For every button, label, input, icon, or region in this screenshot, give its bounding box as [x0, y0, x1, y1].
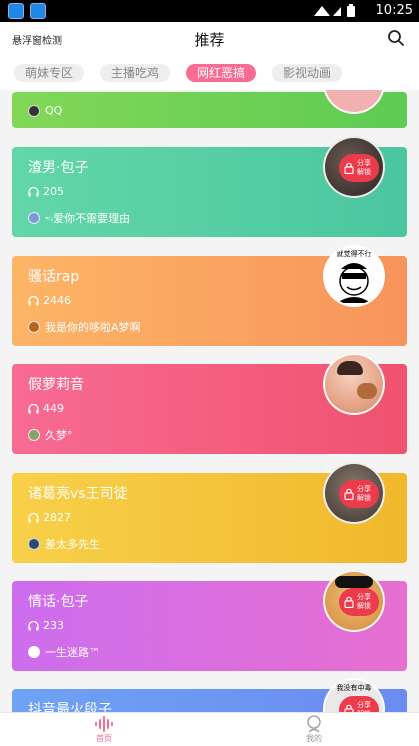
avatar-dog — [357, 383, 377, 399]
share-unlock-badge[interactable]: 分享解锁 — [339, 696, 379, 712]
avatar-caption: 我没有中毒 — [336, 684, 372, 692]
author-avatar — [28, 538, 40, 550]
card-play-count: 2827 — [28, 511, 71, 524]
voice-card[interactable]: 渣男·包子 205 🖘爱你不需要理由 分享解锁 — [12, 136, 407, 237]
share-unlock-text: 分享解锁 — [357, 159, 371, 176]
top-header: 悬浮窗检测 推荐 — [0, 22, 419, 56]
share-unlock-text: 分享解锁 — [357, 593, 371, 610]
card-title: 情话·包子 — [28, 594, 89, 610]
card-avatar: 分享解锁 — [323, 462, 385, 524]
author-avatar — [28, 429, 40, 441]
voice-card[interactable]: 骚话rap 2446 我是你的哆啦A梦啊 就觉得不行 — [12, 245, 407, 346]
sound-wave-icon — [95, 716, 113, 732]
nav-home-label: 首页 — [96, 734, 112, 743]
tab-streamer-pubg[interactable]: 主播吃鸡 — [100, 64, 170, 82]
bottom-nav: 首页 我的 — [0, 712, 419, 746]
card-avatar — [323, 353, 385, 415]
card-play-count: 449 — [28, 402, 64, 415]
lock-icon — [344, 488, 354, 500]
card-avatar: 就觉得不行 — [323, 245, 385, 307]
page-title: 推荐 — [194, 31, 225, 49]
tab-internet-funny[interactable]: 网红恶搞 — [186, 64, 256, 82]
author-avatar — [28, 212, 40, 224]
voice-card[interactable]: 抖音最火段子 我没有中毒 分享解锁 — [12, 678, 407, 712]
card-author: 差太多先生 — [28, 536, 100, 552]
nav-mine-label: 我的 — [306, 734, 322, 743]
lock-icon — [344, 596, 354, 608]
voice-card[interactable]: QQ — [12, 90, 407, 128]
category-tabs: 萌妹专区 主播吃鸡 网红恶搞 影视动画 — [0, 56, 419, 90]
user-icon — [307, 715, 321, 733]
card-avatar — [323, 90, 385, 114]
card-title: 假萝莉音 — [28, 377, 84, 393]
voice-card[interactable]: 情话·包子 233 一生迷路™ 分享解锁 — [12, 570, 407, 671]
card-play-count: 2446 — [28, 294, 71, 307]
headphones-icon — [28, 403, 39, 413]
search-icon[interactable] — [387, 29, 405, 47]
headphones-icon — [28, 620, 39, 630]
headphones-icon — [28, 186, 39, 196]
author-avatar — [28, 646, 40, 658]
headphones-icon — [28, 512, 39, 522]
card-avatar: 分享解锁 — [323, 570, 385, 632]
nav-mine[interactable]: 我的 — [284, 715, 344, 744]
share-unlock-text: 分享解锁 — [357, 485, 371, 502]
card-avatar: 分享解锁 — [323, 136, 385, 198]
voice-card[interactable]: 假萝莉音 449 久梦° — [12, 353, 407, 454]
share-unlock-badge[interactable]: 分享解锁 — [339, 588, 379, 616]
card-author: 🖘爱你不需要理由 — [28, 210, 130, 226]
app-notification-icon-2 — [30, 3, 46, 19]
avatar-hair — [337, 361, 363, 375]
lock-icon — [344, 162, 354, 174]
card-author: QQ — [28, 104, 62, 117]
lock-icon — [344, 704, 354, 712]
card-play-count: 233 — [28, 619, 64, 632]
card-title: 骚话rap — [28, 269, 80, 285]
card-author: 我是你的哆啦A梦啊 — [28, 319, 141, 335]
share-unlock-badge[interactable]: 分享解锁 — [339, 154, 379, 182]
status-bar: 10:25 — [0, 0, 419, 22]
nav-home[interactable]: 首页 — [74, 715, 134, 744]
card-play-count: 205 — [28, 185, 64, 198]
card-title: 渣男·包子 — [28, 160, 89, 176]
clock: 10:25 — [375, 3, 413, 18]
avatar-mask — [335, 576, 373, 588]
card-avatar: 我没有中毒 分享解锁 — [323, 678, 385, 712]
voice-card[interactable]: 诸葛亮vs王司徒 2827 差太多先生 分享解锁 — [12, 462, 407, 563]
cartoon-face-icon — [337, 263, 371, 303]
headphones-icon — [28, 295, 39, 305]
app-notification-icon — [8, 3, 24, 19]
card-title: 诸葛亮vs王司徒 — [28, 486, 128, 502]
tab-cute-girls[interactable]: 萌妹专区 — [14, 64, 84, 82]
share-unlock-badge[interactable]: 分享解锁 — [339, 480, 379, 508]
author-avatar — [28, 321, 40, 333]
card-author: 一生迷路™ — [28, 644, 100, 660]
author-avatar — [28, 104, 40, 117]
card-author: 久梦° — [28, 427, 73, 443]
voice-pack-feed[interactable]: QQ 渣男·包子 205 🖘爱你不需要理由 分享解锁 骚话rap 2446 我是… — [0, 90, 419, 712]
card-title: 抖音最火段子 — [28, 702, 112, 712]
tab-film-animation[interactable]: 影视动画 — [272, 64, 342, 82]
share-unlock-text: 分享解锁 — [357, 701, 371, 712]
signal-wifi-battery-icon — [314, 4, 355, 17]
